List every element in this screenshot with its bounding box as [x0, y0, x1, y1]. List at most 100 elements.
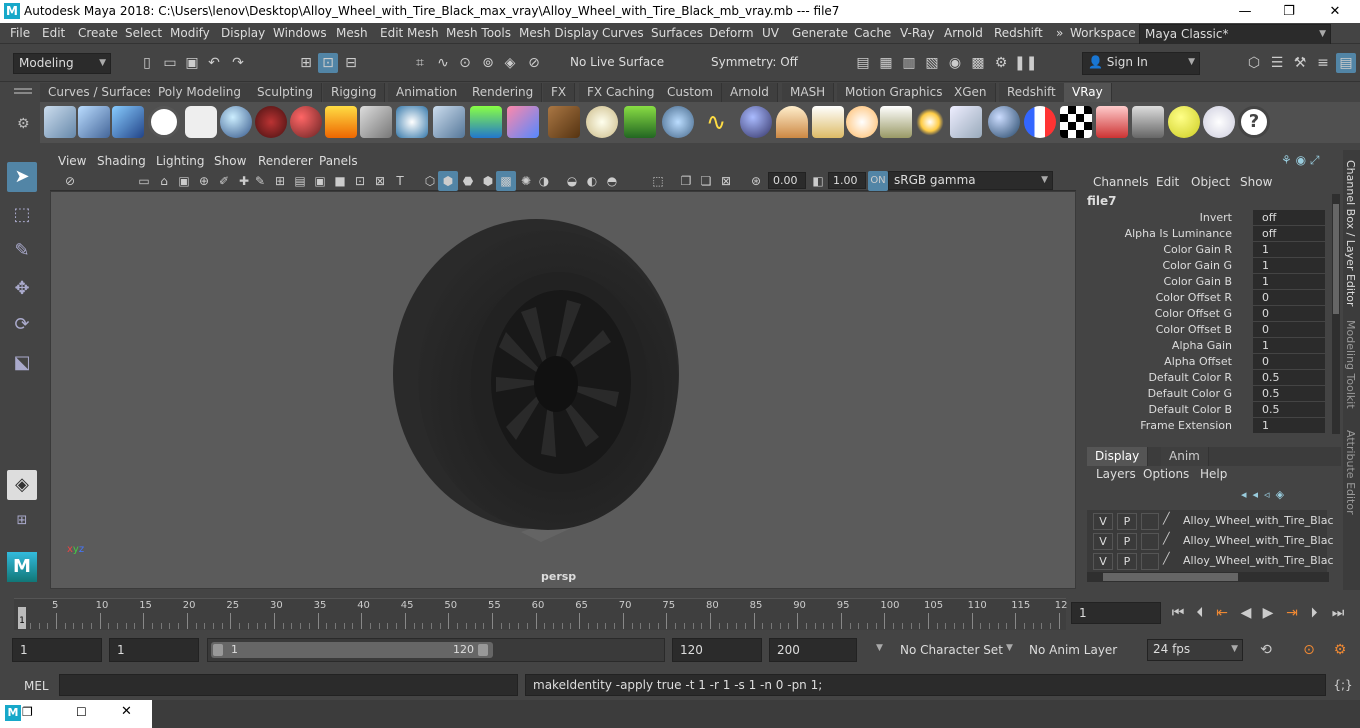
animation-start-field[interactable]: 1: [12, 638, 102, 662]
vray-camera-icon[interactable]: [255, 106, 287, 138]
color-management-icon[interactable]: ON: [868, 171, 888, 191]
select-tool-icon[interactable]: ➤: [7, 162, 37, 192]
maximize-icon[interactable]: ☐: [76, 705, 87, 719]
channel-value[interactable]: 1: [1253, 274, 1325, 289]
vray-sphere-light-icon[interactable]: [290, 106, 322, 138]
snap-live-icon[interactable]: ⊘: [524, 53, 544, 73]
playback-start-field[interactable]: 1: [109, 638, 199, 662]
menu-windows[interactable]: Windows: [273, 26, 327, 40]
depth-of-field-icon[interactable]: ◓: [602, 171, 622, 191]
panel-menu-show[interactable]: Show: [214, 154, 246, 168]
close-icon[interactable]: ✕: [121, 704, 132, 719]
render-view-icon[interactable]: ▤: [853, 53, 873, 73]
grid-icon[interactable]: ⊞: [270, 171, 290, 191]
side-tab-modeling-toolkit[interactable]: Modeling Toolkit: [1344, 320, 1357, 409]
script-editor-icon[interactable]: {;}: [1333, 675, 1353, 695]
menu-arnold[interactable]: Arnold: [944, 26, 983, 40]
channel-value[interactable]: 0: [1253, 354, 1325, 369]
play-backwards-icon[interactable]: ◀: [1236, 603, 1256, 623]
channel-box-menu-object[interactable]: Object: [1191, 175, 1230, 189]
side-tab-channel-box[interactable]: Channel Box / Layer Editor: [1344, 160, 1357, 307]
tab-animation[interactable]: Animation: [388, 83, 467, 102]
vray-render-icon[interactable]: ⚙: [991, 53, 1011, 73]
vray-cone-icon[interactable]: [433, 106, 465, 138]
shadows-icon[interactable]: ✺: [516, 171, 536, 191]
xray-icon[interactable]: ❐: [676, 171, 696, 191]
menu-set-dropdown[interactable]: Modeling ▼: [13, 53, 111, 74]
open-scene-icon[interactable]: ▭: [160, 53, 180, 73]
channel-value[interactable]: 0.5: [1253, 386, 1325, 401]
modeling-toolkit-icon[interactable]: ⬡: [1244, 53, 1264, 73]
time-slider[interactable]: 5 10 15 20 25 30 35 40 45 50 55 60 65 70 75 80 85 90 95 100…: [0, 596, 1360, 632]
resolution-gate-icon[interactable]: ▣: [310, 171, 330, 191]
menu-generate[interactable]: Generate: [792, 26, 848, 40]
render-settings-icon[interactable]: ▧: [922, 53, 942, 73]
channel-row[interactable]: Color Gain R 1: [1085, 242, 1330, 258]
channel-box-menu-edit[interactable]: Edit: [1156, 175, 1179, 189]
film-gate-icon[interactable]: ▤: [290, 171, 310, 191]
animation-end-field[interactable]: 200: [769, 638, 857, 662]
outliner-icon[interactable]: ≡: [1313, 53, 1333, 73]
menu-mesh-tools[interactable]: Mesh Tools: [446, 26, 511, 40]
safe-title-icon[interactable]: T: [390, 171, 410, 191]
restore-icon[interactable]: ❐: [22, 705, 33, 719]
tab-xgen[interactable]: XGen: [946, 83, 996, 102]
menu-redshift[interactable]: Redshift: [994, 26, 1043, 40]
vray-cloud-icon[interactable]: [1203, 106, 1235, 138]
channel-value[interactable]: 1: [1253, 242, 1325, 257]
channel-row[interactable]: Alpha Offset 0: [1085, 354, 1330, 370]
vray-ies-light-icon[interactable]: [880, 106, 912, 138]
layer-menu-options[interactable]: Options: [1143, 467, 1189, 481]
tab-arnold[interactable]: Arnold: [722, 83, 778, 102]
tab-rendering[interactable]: Rendering: [464, 83, 543, 102]
layer-action-icons[interactable]: ◂◂◃◈: [1241, 488, 1290, 501]
panel-menu-panels[interactable]: Panels: [319, 154, 358, 168]
2d-pan-zoom-icon[interactable]: ⊕: [194, 171, 214, 191]
channel-row[interactable]: Invert off: [1085, 210, 1330, 226]
undo-icon[interactable]: ↶: [204, 53, 224, 73]
panel-menu-view[interactable]: View: [58, 154, 86, 168]
menu-deform[interactable]: Deform: [709, 26, 754, 40]
scale-tool-icon[interactable]: ⬕: [7, 348, 37, 378]
vray-light-dome-icon[interactable]: [776, 106, 808, 138]
layer-menu-help[interactable]: Help: [1200, 467, 1227, 481]
save-scene-icon[interactable]: ▣: [182, 53, 202, 73]
vray-rect-light-icon[interactable]: [950, 106, 982, 138]
channel-value[interactable]: off: [1253, 210, 1325, 225]
vray-grass-icon[interactable]: [624, 106, 656, 138]
playback-toggle[interactable]: P: [1117, 553, 1137, 570]
vray-material-icon[interactable]: [220, 106, 252, 138]
render-frame-icon[interactable]: ▦: [876, 53, 896, 73]
wireframe-icon[interactable]: ⬡: [420, 171, 440, 191]
channel-value[interactable]: 0: [1253, 322, 1325, 337]
vray-windows-icon[interactable]: [112, 106, 144, 138]
vray-render-elements-icon[interactable]: [1096, 106, 1128, 138]
workspace-dropdown[interactable]: Maya Classic* ▼: [1139, 24, 1331, 45]
snap-curve-icon[interactable]: ∿: [433, 53, 453, 73]
exposure-icon[interactable]: ⊛: [746, 171, 766, 191]
menu-select[interactable]: Select: [125, 26, 162, 40]
layer-row[interactable]: V P ╱ Alloy_Wheel_with_Tire_Black: [1091, 512, 1333, 531]
tab-custom[interactable]: Custom: [659, 83, 722, 102]
tab-curves-surfaces[interactable]: Curves / Surfaces: [40, 83, 163, 102]
vray-sun-icon[interactable]: [846, 106, 878, 138]
tab-redshift[interactable]: Redshift: [999, 83, 1065, 102]
layer-horizontal-scrollbar[interactable]: [1087, 572, 1329, 582]
menu-mesh-display[interactable]: Mesh Display: [519, 26, 599, 40]
panel-menu-lighting[interactable]: Lighting: [156, 154, 205, 168]
new-scene-icon[interactable]: ▯: [137, 53, 157, 73]
channel-row[interactable]: Alpha Is Luminance off: [1085, 226, 1330, 242]
vray-logo-icon[interactable]: [148, 106, 180, 138]
menu-create[interactable]: Create: [78, 26, 118, 40]
select-object-icon[interactable]: ⊡: [318, 53, 338, 73]
playback-toggle[interactable]: P: [1117, 533, 1137, 550]
go-to-end-icon[interactable]: ⏭: [1328, 603, 1348, 623]
menu-uv[interactable]: UV: [762, 26, 779, 40]
redo-icon[interactable]: ↷: [228, 53, 248, 73]
layer-color-icon[interactable]: ╱: [1163, 552, 1170, 565]
select-hierarchy-icon[interactable]: ⊞: [296, 53, 316, 73]
play-forwards-icon[interactable]: ▶: [1258, 603, 1278, 623]
perspective-viewport[interactable]: xyz persp: [50, 191, 1076, 589]
channel-box-menu-channels[interactable]: Channels: [1093, 175, 1149, 189]
attribute-editor-icon[interactable]: ☰: [1267, 53, 1287, 73]
